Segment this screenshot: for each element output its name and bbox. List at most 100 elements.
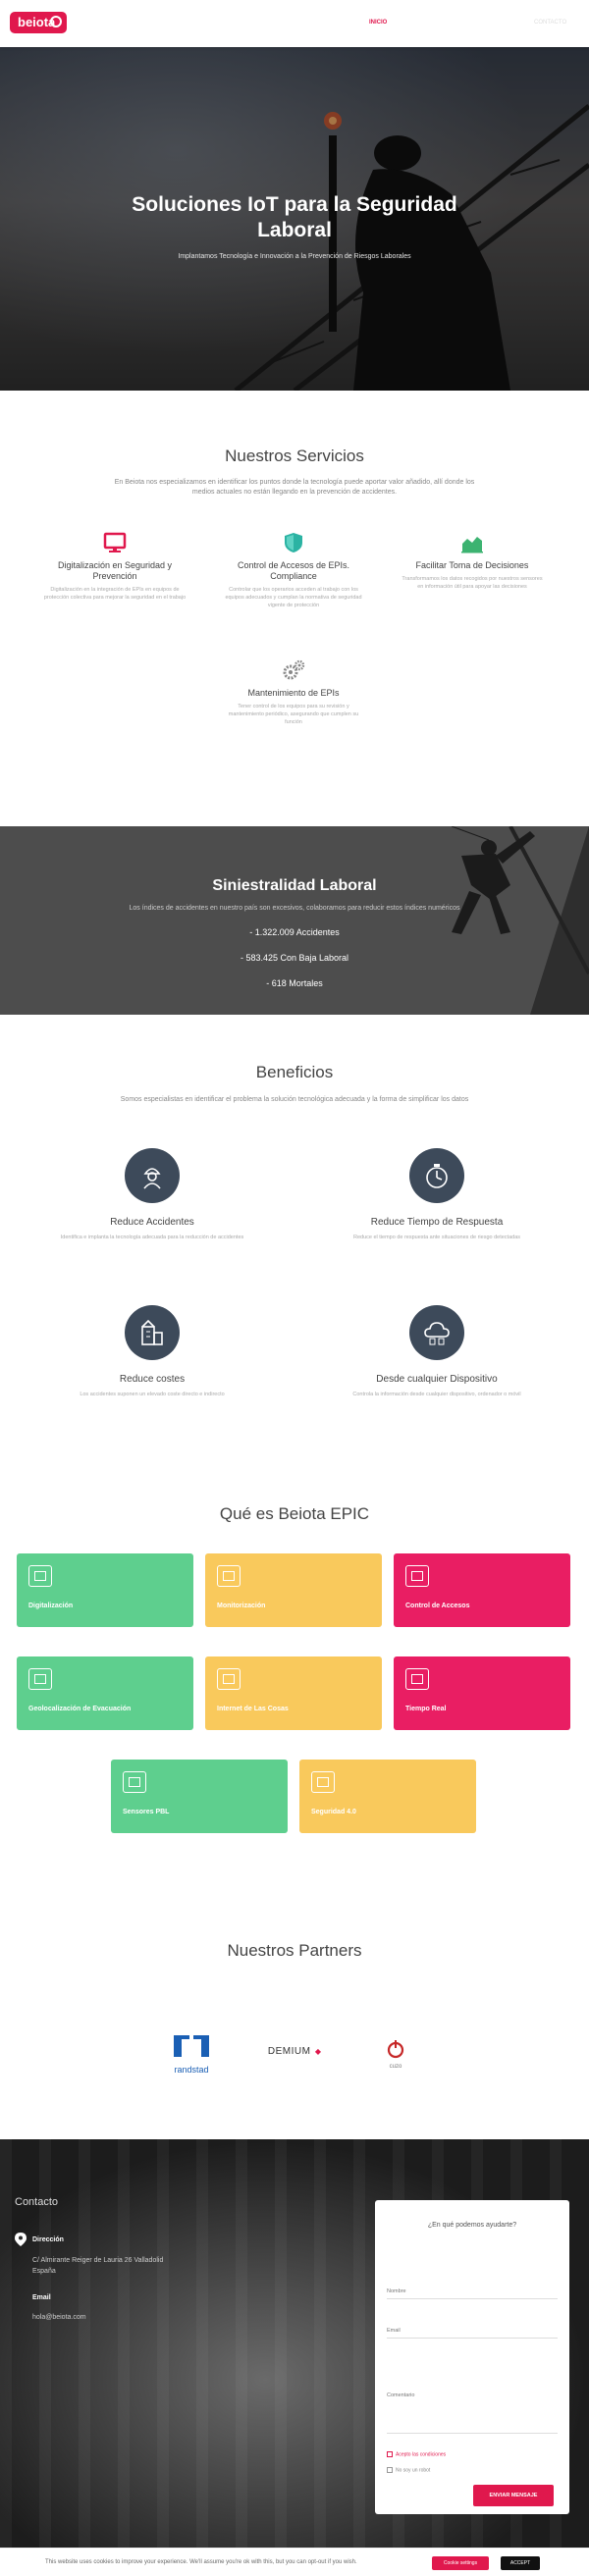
epic-card[interactable]: Digitalización (17, 1553, 193, 1627)
epic-title: Qué es Beiota EPIC (219, 1504, 370, 1523)
stat-mortales: - 618 Mortales (266, 978, 323, 988)
cookie-accept-button[interactable]: ACCEPT (501, 2556, 540, 2570)
benefit-title: Reduce Accidentes (110, 1217, 194, 1228)
service-item: Digitalización en Seguridad y Prevención… (41, 532, 188, 602)
cookie-settings-button[interactable]: Cookie settings (432, 2556, 489, 2570)
logo[interactable]: beiota (10, 12, 67, 33)
service-desc: Transformamos los datos recogidos por nu… (402, 576, 543, 590)
sensor-icon (123, 1771, 146, 1793)
benefit-circle (125, 1148, 180, 1203)
epic-card-label: Sensores PBL (123, 1809, 170, 1815)
benefit-title: Reduce costes (119, 1374, 186, 1385)
chart-icon (461, 537, 483, 553)
benefit-item: Reduce Accidentes Identifica e implanta … (54, 1148, 250, 1241)
epic-card[interactable]: Sensores PBL (111, 1760, 288, 1833)
terms-checkbox[interactable]: Acepto las condiciones (387, 2451, 446, 2457)
worker-icon (143, 1168, 161, 1189)
siniestralidad-intro: Los índices de accidentes en nuestro paí… (129, 905, 460, 912)
epic-card[interactable]: Control de Accesos (394, 1553, 570, 1627)
stat-baja-laboral: - 583.425 Con Baja Laboral (240, 953, 349, 963)
monitor-icon (103, 532, 127, 552)
partner-name: randstad (174, 2065, 209, 2075)
benefits-title: Beneficios (255, 1063, 334, 1081)
service-item: Control de Accesos de EPIs. Compliance C… (220, 532, 367, 609)
hero-section: Soluciones IoT para la Seguridad Laboral… (0, 47, 589, 391)
message-textarea[interactable]: Comentario (387, 2387, 558, 2434)
monitor-icon (217, 1565, 241, 1587)
service-title: Digitalización en Seguridad y Prevención (57, 560, 173, 581)
hero-title: Soluciones IoT para la Seguridad Laboral (132, 193, 457, 241)
siniestralidad-section: Siniestralidad Laboral Los índices de ac… (0, 826, 589, 1015)
location-icon (28, 1668, 52, 1690)
captcha-checkbox[interactable]: No soy un robot (387, 2467, 430, 2473)
epic-card-label: Internet de Las Cosas (217, 1706, 289, 1712)
partner-logo-demium[interactable]: DEMIUM ◆ (263, 2041, 326, 2059)
location-pin-icon (15, 2233, 27, 2246)
benefit-circle (409, 1148, 464, 1203)
epic-card-label: Tiempo Real (405, 1706, 447, 1712)
epic-card[interactable]: Tiempo Real (394, 1656, 570, 1730)
address-line: C/ Almirante Reiger de Lauria 26 Vallado… (32, 2257, 164, 2264)
service-desc: Controlar que los operarios acceden al t… (225, 587, 362, 608)
partner-logo-cuzo[interactable]: cuzo (381, 2039, 410, 2070)
cloud-icon (424, 1322, 450, 1345)
epic-card-label: Monitorización (217, 1603, 266, 1609)
epic-card[interactable]: Seguridad 4.0 (299, 1760, 476, 1833)
benefit-desc: Los accidentes suponen un elevado coste … (80, 1392, 225, 1397)
footer-section: Contacto Dirección C/ Almirante Reiger d… (0, 2139, 589, 2576)
checkbox-icon (387, 2467, 393, 2473)
epic-card-label: Digitalización (28, 1603, 74, 1609)
message-placeholder: Comentario (387, 2392, 415, 2398)
worker-icon (311, 1771, 335, 1793)
service-item: Facilitar Toma de Decisiones Transformam… (399, 532, 546, 591)
service-title: Facilitar Toma de Decisiones (415, 560, 529, 570)
hero-subtitle: Implantamos Tecnología e Innovación a la… (178, 253, 411, 260)
partner-logo-randstad[interactable]: randstad (167, 2033, 216, 2075)
logo-dot-icon (50, 16, 62, 27)
services-title: Nuestros Servicios (225, 447, 364, 465)
stat-accidentes: - 1.322.009 Accidentes (249, 927, 340, 937)
email-label: Email (32, 2294, 51, 2301)
address-line: España (32, 2268, 56, 2275)
benefit-item: Desde cualquier Dispositivo Controla la … (339, 1305, 535, 1398)
form-title: ¿En qué podemos ayudarte? (427, 2222, 517, 2229)
captcha-label: No soy un robot (396, 2467, 431, 2474)
qr-icon (28, 1565, 52, 1587)
send-message-button[interactable]: ENVIAR MENSAJE (473, 2485, 554, 2506)
partners-title: Nuestros Partners (227, 1941, 362, 1960)
benefit-item: Reduce Tiempo de Respuesta Reduce el tie… (339, 1148, 535, 1241)
email-link[interactable]: hola@beiota.com (32, 2314, 86, 2321)
services-intro: En Beiota nos especializamos en identifi… (114, 479, 475, 496)
service-title: Control de Accesos de EPIs. Compliance (237, 560, 350, 581)
nav-item-inicio[interactable]: INICIO (369, 20, 387, 26)
epic-card-label: Geolocalización de Evacuación (28, 1706, 132, 1712)
epic-card[interactable]: Geolocalización de Evacuación (17, 1656, 193, 1730)
benefit-circle (409, 1305, 464, 1360)
randstad-logo-icon (174, 2035, 209, 2057)
nav-item-contacto[interactable]: CONTACTO (534, 20, 566, 26)
partner-name: cuzo (389, 2064, 402, 2070)
service-desc: Tener control de los equipos para su rev… (228, 704, 359, 725)
benefit-desc: Reduce el tiempo de respuesta ante situa… (353, 1235, 520, 1240)
helmet-icon (405, 1565, 429, 1587)
benefit-circle (125, 1305, 180, 1360)
epic-card[interactable]: Internet de Las Cosas (205, 1656, 382, 1730)
service-item: Mantenimiento de EPIs Tener control de l… (220, 659, 367, 726)
benefit-desc: Identifica e implanta la tecnología adec… (60, 1235, 244, 1240)
cookie-text: This website uses cookies to improve you… (45, 2559, 357, 2565)
stopwatch-icon (426, 1164, 448, 1188)
contact-title: Contacto (15, 2196, 59, 2208)
epic-card[interactable]: Monitorización (205, 1553, 382, 1627)
contact-form: ¿En qué podemos ayudarte? Nombre Email C… (375, 2200, 569, 2514)
building-icon (141, 1319, 163, 1345)
email-input[interactable]: Email (387, 2328, 558, 2339)
benefit-item: Reduce costes Los accidentes suponen un … (54, 1305, 250, 1398)
name-input[interactable]: Nombre (387, 2288, 558, 2299)
epic-card-label: Control de Accesos (405, 1603, 470, 1609)
address-label: Dirección (32, 2236, 64, 2243)
demium-mark-icon: ◆ (314, 2047, 322, 2056)
benefit-title: Desde cualquier Dispositivo (376, 1374, 498, 1385)
cookie-banner: This website uses cookies to improve you… (0, 2548, 589, 2576)
site-header: beiota INICIO CONTACTO (0, 0, 589, 47)
checkbox-icon (387, 2451, 393, 2457)
